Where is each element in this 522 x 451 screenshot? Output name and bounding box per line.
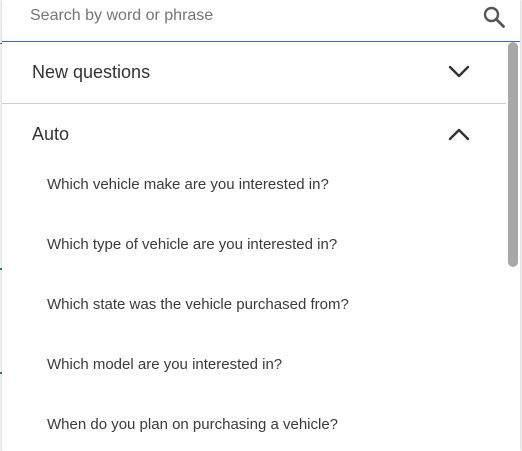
scrollbar[interactable] xyxy=(508,42,518,451)
section-header-auto[interactable]: Auto xyxy=(2,104,506,164)
question-picker-panel: New questions Auto Which vehicle make ar… xyxy=(2,0,520,451)
question-list: New questions Auto Which vehicle make ar… xyxy=(2,42,506,451)
chevron-up-icon[interactable] xyxy=(447,126,471,142)
search-input[interactable] xyxy=(30,4,460,28)
chevron-down-icon[interactable] xyxy=(447,64,471,80)
page: New questions Auto Which vehicle make ar… xyxy=(0,0,522,451)
section-title: Auto xyxy=(32,124,70,144)
section-header-new-questions[interactable]: New questions xyxy=(2,42,506,102)
question-item[interactable]: When do you plan on purchasing a vehicle… xyxy=(47,416,338,433)
search-bar xyxy=(2,0,520,42)
section-title: New questions xyxy=(32,62,151,82)
question-item[interactable]: Which vehicle make are you interested in… xyxy=(47,176,329,193)
search-icon[interactable] xyxy=(482,5,506,29)
scrollbar-thumb[interactable] xyxy=(508,42,518,267)
question-item[interactable]: Which type of vehicle are you interested… xyxy=(47,236,337,253)
question-item[interactable]: Which state was the vehicle purchased fr… xyxy=(47,296,349,313)
question-item[interactable]: Which model are you interested in? xyxy=(47,356,282,373)
